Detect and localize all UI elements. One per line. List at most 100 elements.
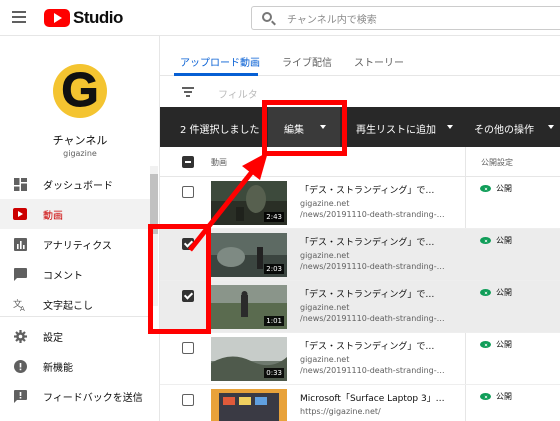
sidebar-item-label: 設定 [43,332,63,344]
eye-icon [480,289,491,296]
playlist-dropdown-caret-icon[interactable] [447,125,453,129]
video-thumbnail[interactable] [211,389,287,421]
channel-name: チャンネル [52,134,108,147]
studio-page: Studio チャンネル内で検索 G チャンネル gigazine ダッシュボー… [0,0,560,421]
youtube-play-icon [44,9,70,27]
table-row[interactable]: 0:33 「デス・ストランディング」で… gigazine.net /news/… [160,333,560,385]
visibility-label: 公開 [496,184,512,193]
filter-bar[interactable]: フィルタ [160,77,560,107]
video-description-line1: gigazine.net [300,303,350,312]
eye-icon [480,237,491,244]
sidebar-item-feedback[interactable]: フィードバックを送信 [0,381,150,411]
sidebar-item-settings[interactable]: 設定 [0,321,150,351]
eye-icon [480,185,491,192]
translation-icon: 文A [13,297,27,311]
selection-action-bar: 2 件選択しました 編集 再生リストに追加 その他の操作 [160,107,560,147]
dashboard-icon [13,177,27,191]
video-title[interactable]: Microsoft「Surface Laptop 3」… [300,391,445,404]
video-description-line1: https://gigazine.net/ [300,407,381,416]
video-description-line1: gigazine.net [300,355,350,364]
sidebar-divider [0,316,150,317]
add-to-playlist-button[interactable]: 再生リストに追加 [356,121,436,136]
table-row[interactable]: 2:43 「デス・ストランディング」で… gigazine.net /news/… [160,177,560,229]
avatar-letter: G [61,64,99,117]
alert-icon [13,359,27,373]
main-content: アップロード動画 ライブ配信 ストーリー フィルタ 2 件選択しました 編集 再… [160,36,560,421]
eye-icon [480,393,491,400]
video-icon [13,207,27,221]
tab-live[interactable]: ライブ配信 [282,54,332,69]
visibility-status[interactable]: 公開 [480,235,512,246]
row-checkbox[interactable] [182,186,194,198]
video-thumbnail[interactable]: 2:43 [211,181,287,225]
active-tab-indicator [174,73,258,76]
video-description-line1: gigazine.net [300,251,350,260]
filter-placeholder: フィルタ [218,90,258,101]
visibility-label: 公開 [496,288,512,297]
visibility-label: 公開 [496,392,512,401]
sidebar-item-whats-new[interactable]: 新機能 [0,351,150,381]
search-placeholder: チャンネル内で検索 [287,15,377,26]
column-header-video: 動画 [211,158,227,167]
table-row[interactable]: 1:01 「デス・ストランディング」で… gigazine.net /news/… [160,281,560,333]
sidebar-item-comments[interactable]: コメント [0,259,150,289]
svg-text:A: A [20,305,25,311]
video-description-line2: /news/20191110-death-stranding-… [300,366,445,375]
row-checkbox[interactable] [182,394,194,406]
feedback-icon [13,389,27,403]
sidebar-item-videos[interactable]: 動画 [0,199,150,229]
video-thumbnail[interactable]: 0:33 [211,337,287,381]
eye-icon [480,341,491,348]
sidebar-item-label: ダッシュボード [43,180,113,192]
menu-icon[interactable] [12,11,26,23]
selected-count: 2 件選択しました [180,125,260,136]
search-icon [262,12,272,22]
sidebar-item-subtitles[interactable]: 文A 文字起こし [0,289,150,319]
tab-stories[interactable]: ストーリー [354,54,404,69]
sidebar-item-label: 新機能 [43,362,73,374]
sidebar-item-label: フィードバックを送信 [43,392,143,404]
studio-logo[interactable]: Studio [44,8,123,28]
edit-highlight-box [262,100,347,156]
analytics-icon [13,237,27,251]
checkbox-highlight-box [148,224,211,334]
visibility-status[interactable]: 公開 [480,339,512,350]
select-all-checkbox[interactable] [182,156,194,168]
table-row[interactable]: 2:03 「デス・ストランディング」で… gigazine.net /news/… [160,229,560,281]
channel-handle: gigazine [63,149,97,158]
video-description-line2: /news/20191110-death-stranding-… [300,262,445,271]
gear-icon [13,329,27,343]
logo-text: Studio [73,8,123,27]
video-thumbnail[interactable]: 1:01 [211,285,287,329]
visibility-label: 公開 [496,340,512,349]
table-row[interactable]: Microsoft「Surface Laptop 3」… https://gig… [160,385,560,421]
tab-bar: アップロード動画 ライブ配信 ストーリー [160,36,560,76]
video-description-line1: gigazine.net [300,199,350,208]
sidebar: G チャンネル gigazine ダッシュボード 動画 アナリティクス コメント… [0,36,160,421]
sidebar-item-label: アナリティクス [43,240,112,252]
avatar[interactable]: G [53,64,107,118]
sidebar-item-label: 文字起こし [43,300,93,312]
video-duration: 2:03 [264,264,284,274]
video-title[interactable]: 「デス・ストランディング」で… [300,287,434,300]
row-checkbox[interactable] [182,342,194,354]
video-title[interactable]: 「デス・ストランディング」で… [300,339,434,352]
table-header: 動画 公開設定 [160,147,560,177]
video-thumbnail[interactable]: 2:03 [211,233,287,277]
video-duration: 2:43 [264,212,284,222]
tab-uploads[interactable]: アップロード動画 [180,54,260,69]
sidebar-item-analytics[interactable]: アナリティクス [0,229,150,259]
more-actions-button[interactable]: その他の操作 [474,121,534,136]
top-bar: Studio チャンネル内で検索 [0,0,560,36]
visibility-status[interactable]: 公開 [480,183,512,194]
more-actions-caret-icon[interactable] [548,125,554,129]
sidebar-item-dashboard[interactable]: ダッシュボード [0,169,150,199]
visibility-status[interactable]: 公開 [480,287,512,298]
visibility-status[interactable]: 公開 [480,391,512,402]
video-title[interactable]: 「デス・ストランディング」で… [300,183,434,196]
video-description-line2: /news/20191110-death-stranding-… [300,314,445,323]
visibility-label: 公開 [496,236,512,245]
search-input[interactable]: チャンネル内で検索 [251,6,560,30]
video-title[interactable]: 「デス・ストランディング」で… [300,235,434,248]
video-duration: 0:33 [264,368,284,378]
